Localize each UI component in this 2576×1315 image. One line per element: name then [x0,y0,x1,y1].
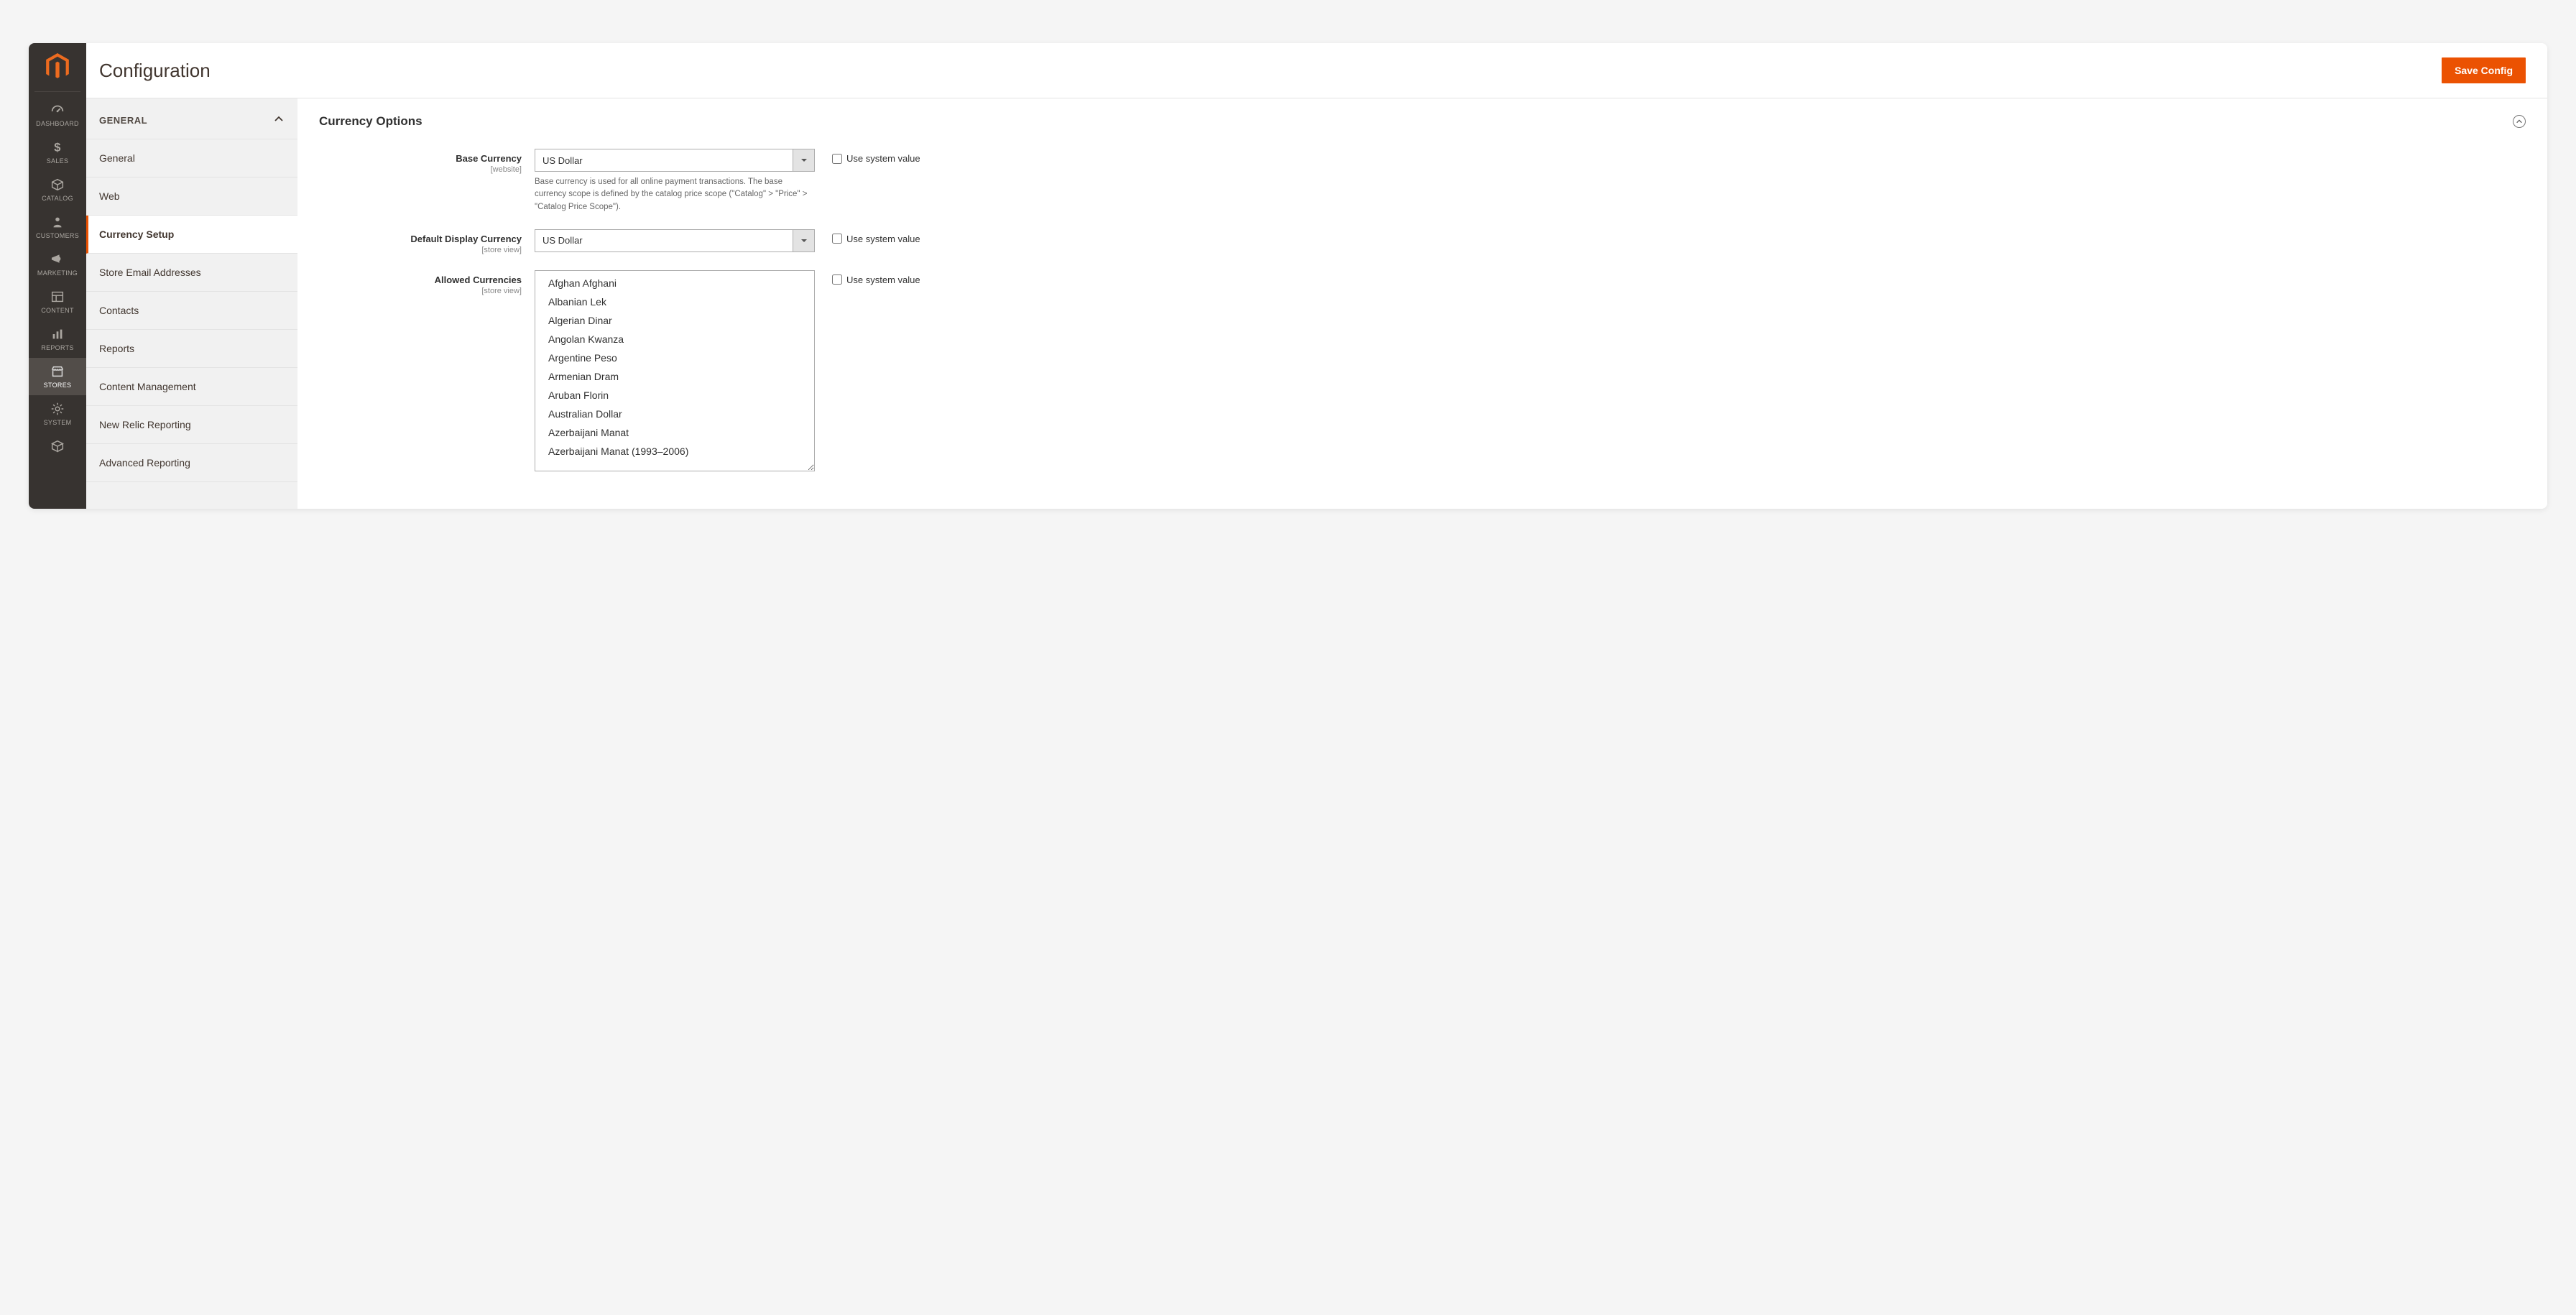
config-tab-item[interactable]: General [86,139,297,177]
nav-item-dashboard[interactable]: DASHBOARD [29,96,86,134]
default-display-select[interactable]: US Dollar [535,229,815,252]
nav-item-label: SALES [29,157,86,165]
base-currency-use-system-label[interactable]: Use system value [846,153,920,164]
currency-option[interactable]: Aruban Florin [535,386,814,405]
nav-item-label: MARKETING [29,269,86,277]
nav-item-customers[interactable]: CUSTOMERS [29,208,86,246]
nav-item-label: SYSTEM [29,419,86,426]
currency-option[interactable]: Afghan Afghani [535,271,814,292]
storefront-icon [50,364,65,379]
nav-item-label: CONTENT [29,307,86,314]
page-title: Configuration [99,60,211,82]
allowed-use-system-checkbox[interactable] [832,274,842,285]
config-tab-item[interactable]: Contacts [86,292,297,330]
nav-item-marketing[interactable]: MARKETING [29,246,86,283]
bars-icon [50,326,65,342]
allowed-use-system-label[interactable]: Use system value [846,274,920,285]
magento-logo [29,43,86,91]
default-display-value: US Dollar [535,235,793,246]
config-tab-item[interactable]: Content Management [86,368,297,406]
box-icon [50,177,65,193]
config-group-general[interactable]: GENERAL [86,102,297,139]
nav-item-label: CUSTOMERS [29,232,86,239]
currency-option[interactable]: Angolan Kwanza [535,330,814,349]
layout-icon [50,289,65,305]
field-base-currency: Base Currency [website] US Dollar Base c… [319,149,2526,213]
section-collapse-button[interactable] [2513,115,2526,128]
base-currency-select[interactable]: US Dollar [535,149,815,172]
config-tab-item[interactable]: Reports [86,330,297,368]
nav-item-sales[interactable]: $ SALES [29,134,86,171]
svg-text:$: $ [54,142,60,154]
megaphone-icon [50,252,65,267]
currency-option[interactable]: Azerbaijani Manat (1993–2006) [535,442,814,461]
field-allowed-currencies: Allowed Currencies [store view] Afghan A… [319,270,2526,471]
cube-icon [50,438,65,454]
nav-item-reports[interactable]: REPORTS [29,320,86,358]
config-tab-item[interactable]: New Relic Reporting [86,406,297,444]
dashboard-icon [50,102,65,118]
admin-nav-sidebar: DASHBOARD $ SALES CATALOG CUSTOMERS MARKETING… [29,43,86,509]
config-tab-item[interactable]: Store Email Addresses [86,254,297,292]
base-currency-note: Base currency is used for all online pay… [535,176,815,213]
nav-item-content[interactable]: CONTENT [29,283,86,320]
allowed-currencies-multiselect[interactable]: Afghan AfghaniAlbanian LekAlgerian Dinar… [535,270,815,471]
settings-panel: Currency Options Base Currency [website]… [297,98,2547,509]
nav-item-system[interactable]: SYSTEM [29,395,86,433]
currency-option[interactable]: Armenian Dram [535,367,814,386]
dropdown-arrow-icon [793,230,814,252]
allowed-currencies-label: Allowed Currencies [319,274,522,285]
section-title: Currency Options [319,114,423,129]
page-header: Configuration Save Config [86,43,2547,98]
currency-option[interactable]: Australian Dollar [535,405,814,423]
default-display-label: Default Display Currency [319,234,522,244]
person-icon [50,214,65,230]
nav-item-find[interactable] [29,433,86,463]
currency-option[interactable]: Algerian Dinar [535,311,814,330]
nav-item-stores[interactable]: STORES [29,358,86,395]
dollar-icon: $ [50,139,65,155]
gear-icon [50,401,65,417]
field-default-display-currency: Default Display Currency [store view] US… [319,229,2526,254]
base-currency-value: US Dollar [535,155,793,166]
config-tab-item[interactable]: Web [86,177,297,216]
save-config-button[interactable]: Save Config [2442,57,2526,83]
nav-item-label: CATALOG [29,195,86,202]
nav-item-label: STORES [29,382,86,389]
config-tab-item[interactable]: Advanced Reporting [86,444,297,482]
base-currency-scope: [website] [319,165,522,174]
base-currency-use-system-checkbox[interactable] [832,154,842,164]
dropdown-arrow-icon [793,149,814,171]
nav-item-label: REPORTS [29,344,86,351]
nav-item-label: DASHBOARD [29,120,86,127]
default-display-scope: [store view] [319,246,522,254]
base-currency-label: Base Currency [319,153,522,164]
chevron-up-icon [273,114,285,127]
currency-option[interactable]: Albanian Lek [535,292,814,311]
config-tab-item[interactable]: Currency Setup [86,216,297,254]
default-display-use-system-checkbox[interactable] [832,234,842,244]
config-tabs-sidebar: GENERAL GeneralWebCurrency SetupStore Em… [86,98,297,509]
config-group-label: GENERAL [99,115,147,126]
allowed-currencies-scope: [store view] [319,287,522,295]
currency-option[interactable]: Azerbaijani Manat [535,423,814,442]
default-display-use-system-label[interactable]: Use system value [846,234,920,244]
currency-option[interactable]: Argentine Peso [535,349,814,367]
nav-item-catalog[interactable]: CATALOG [29,171,86,208]
